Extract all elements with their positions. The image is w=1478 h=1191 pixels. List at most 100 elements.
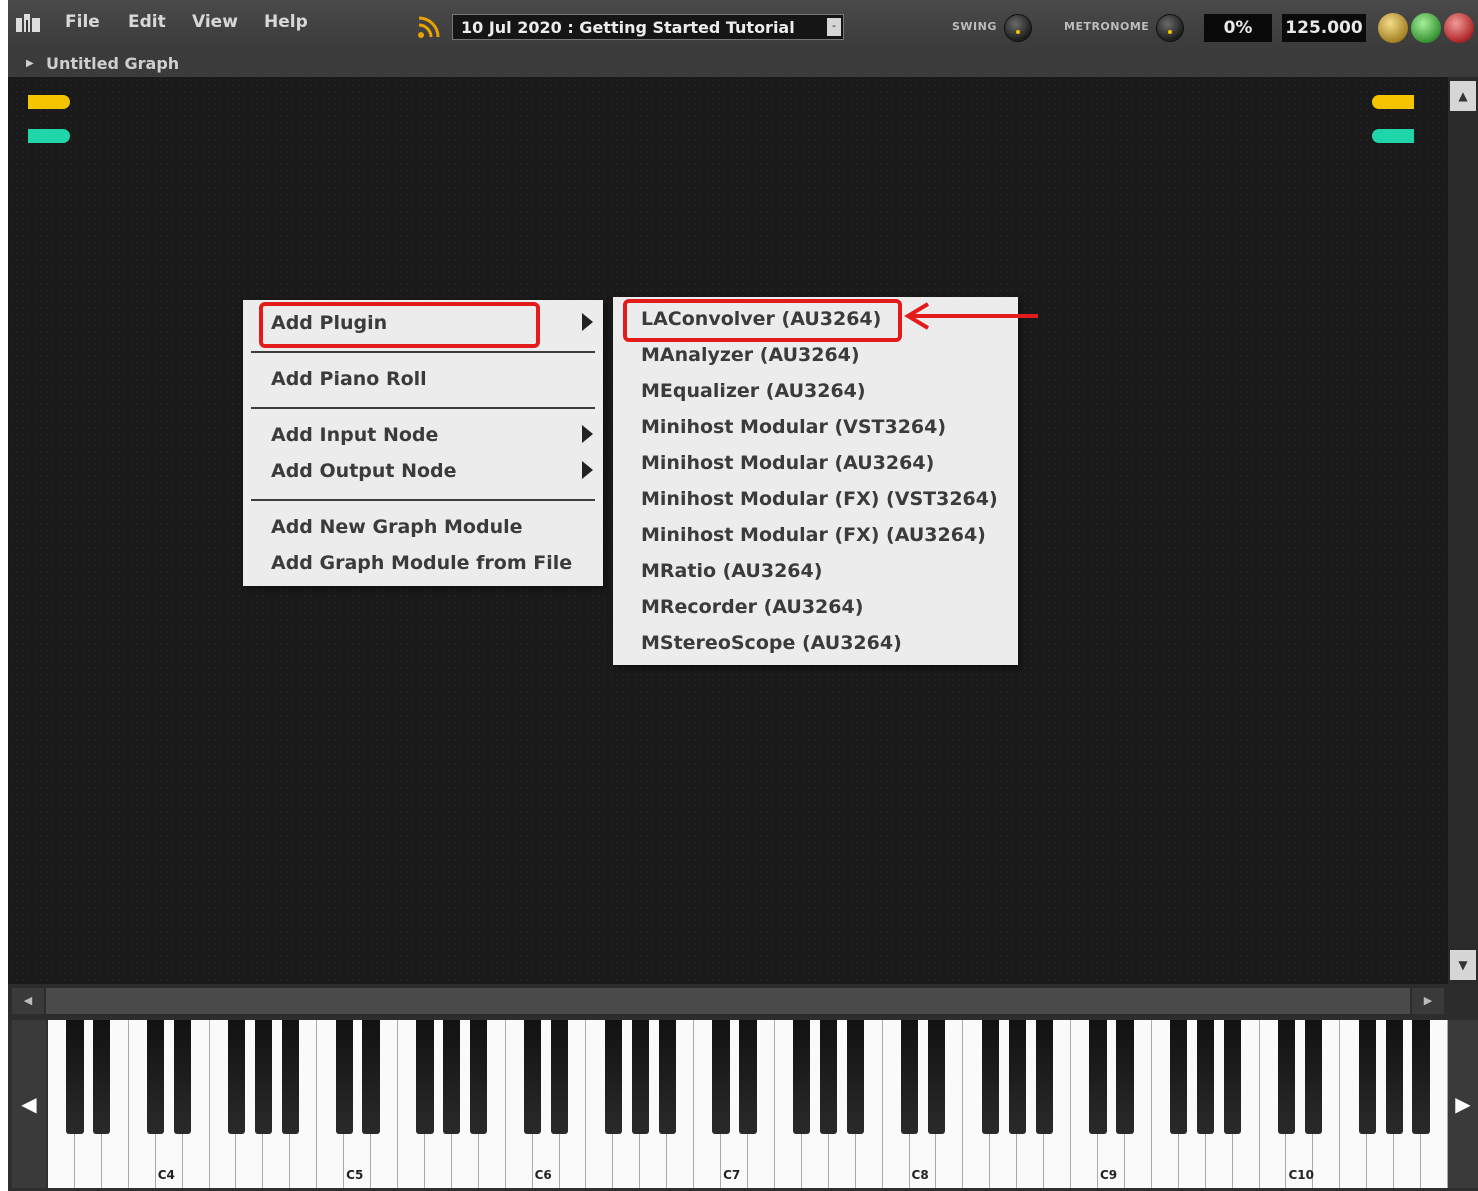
octave-label: C9	[1100, 1168, 1118, 1182]
menu-item-add-output-node[interactable]: Add Output Node	[271, 460, 457, 482]
scroll-down-icon[interactable]: ▼	[1450, 950, 1476, 980]
black-key[interactable]	[1197, 1020, 1215, 1134]
scroll-track[interactable]	[46, 988, 1410, 1014]
menu-help[interactable]: Help	[264, 12, 308, 32]
black-key[interactable]	[66, 1020, 84, 1134]
record-gold-button[interactable]	[1378, 13, 1408, 43]
app-window: File Edit View Help 10 Jul 2020 : Gettin…	[8, 0, 1478, 1191]
menu-divider	[251, 499, 595, 501]
black-key[interactable]	[739, 1020, 757, 1134]
black-key[interactable]	[1089, 1020, 1107, 1134]
highlight-box-add-plugin	[259, 302, 540, 348]
dropdown-arrow-icon[interactable]: -	[827, 18, 841, 36]
plugin-item[interactable]: Minihost Modular (FX) (AU3264)	[641, 524, 986, 546]
black-key[interactable]	[254, 1020, 272, 1134]
knob-indicator	[1168, 30, 1172, 34]
piano-keyboard[interactable]: C4 C5 C6 C7 C8 C9 C10	[48, 1020, 1448, 1188]
metronome-label: METRONOME	[1064, 20, 1150, 33]
black-key[interactable]	[981, 1020, 999, 1134]
black-key[interactable]	[362, 1020, 380, 1134]
black-key[interactable]	[820, 1020, 838, 1134]
black-key[interactable]	[1008, 1020, 1026, 1134]
output-node-pill-teal[interactable]	[1372, 129, 1414, 143]
black-key[interactable]	[147, 1020, 165, 1134]
input-node-pill-yellow[interactable]	[28, 95, 70, 109]
black-key[interactable]	[227, 1020, 246, 1134]
plugin-item[interactable]: MRatio (AU3264)	[641, 560, 822, 582]
keyboard-scroll-right-icon[interactable]: ▶	[1448, 1020, 1478, 1188]
keyboard-scroll-left-icon[interactable]: ◀	[12, 1020, 46, 1188]
rss-icon[interactable]	[416, 14, 442, 40]
horizontal-scrollbar[interactable]: ◀ ▶	[8, 984, 1478, 1018]
black-key[interactable]	[93, 1020, 111, 1134]
menu-edit[interactable]: Edit	[128, 12, 166, 32]
black-key[interactable]	[335, 1020, 353, 1134]
black-key[interactable]	[604, 1020, 622, 1134]
session-select-value: 10 Jul 2020 : Getting Started Tutorial	[461, 18, 795, 37]
plugin-item[interactable]: Minihost Modular (FX) (VST3264)	[641, 488, 998, 510]
expand-triangle-icon[interactable]: ▶	[26, 58, 34, 69]
black-key[interactable]	[900, 1020, 919, 1134]
black-key[interactable]	[658, 1020, 676, 1134]
black-key[interactable]	[524, 1020, 542, 1134]
black-key[interactable]	[1304, 1020, 1322, 1134]
black-key[interactable]	[1412, 1020, 1430, 1134]
octave-label: C6	[534, 1168, 552, 1182]
metronome-knob[interactable]	[1156, 14, 1184, 42]
octave-label: C4	[157, 1168, 175, 1182]
input-node-pill-teal[interactable]	[28, 129, 70, 143]
black-key[interactable]	[550, 1020, 569, 1134]
black-key[interactable]	[1035, 1020, 1053, 1134]
black-key[interactable]	[470, 1020, 488, 1134]
graph-title[interactable]: Untitled Graph	[46, 54, 179, 73]
plugin-item[interactable]: Minihost Modular (VST3264)	[641, 416, 946, 438]
scroll-right-icon[interactable]: ▶	[1412, 988, 1444, 1014]
menu-view[interactable]: View	[192, 12, 238, 32]
black-key[interactable]	[1116, 1020, 1134, 1134]
menu-divider	[251, 351, 595, 353]
play-green-button[interactable]	[1411, 13, 1441, 43]
knob-indicator	[1016, 30, 1020, 34]
black-key[interactable]	[174, 1020, 192, 1134]
black-key[interactable]	[416, 1020, 434, 1134]
plugin-item[interactable]: Minihost Modular (AU3264)	[641, 452, 934, 474]
breadcrumb: ▶ Untitled Graph	[8, 52, 1478, 77]
plugin-item[interactable]: MEqualizer (AU3264)	[641, 380, 866, 402]
scroll-up-icon[interactable]: ▲	[1450, 81, 1476, 111]
black-key[interactable]	[281, 1020, 299, 1134]
swing-label: SWING	[952, 20, 997, 33]
percent-readout[interactable]: 0%	[1204, 14, 1272, 42]
black-key[interactable]	[712, 1020, 730, 1134]
black-key[interactable]	[927, 1020, 946, 1134]
black-key[interactable]	[443, 1020, 461, 1134]
menu-item-add-new-graph-module[interactable]: Add New Graph Module	[271, 516, 523, 538]
tempo-readout[interactable]: 125.000	[1282, 14, 1366, 42]
plugin-item[interactable]: MRecorder (AU3264)	[641, 596, 863, 618]
black-key[interactable]	[631, 1020, 649, 1134]
plugin-item[interactable]: MStereoScope (AU3264)	[641, 632, 902, 654]
piano-keyboard-area: ◀ C4 C5 C6 C7 C8 C9 C10 ▶	[8, 1018, 1478, 1191]
octave-label: C8	[911, 1168, 929, 1182]
octave-label: C10	[1288, 1168, 1314, 1182]
black-key[interactable]	[1170, 1020, 1188, 1134]
app-logo-icon[interactable]	[16, 12, 42, 34]
black-key[interactable]	[793, 1020, 811, 1134]
menu-file[interactable]: File	[65, 12, 100, 32]
black-key[interactable]	[1277, 1020, 1296, 1134]
vertical-scrollbar[interactable]: ▲ ▼	[1448, 77, 1478, 984]
menu-item-add-piano-roll[interactable]: Add Piano Roll	[271, 368, 427, 390]
menu-item-add-input-node[interactable]: Add Input Node	[271, 424, 438, 446]
output-node-pill-yellow[interactable]	[1372, 95, 1414, 109]
black-key[interactable]	[1358, 1020, 1376, 1134]
plugin-submenu: LAConvolver (AU3264) MAnalyzer (AU3264) …	[613, 297, 1018, 665]
plugin-item[interactable]: MAnalyzer (AU3264)	[641, 344, 860, 366]
session-select[interactable]: 10 Jul 2020 : Getting Started Tutorial -	[452, 14, 844, 40]
black-key[interactable]	[847, 1020, 865, 1134]
black-key[interactable]	[1385, 1020, 1403, 1134]
black-key[interactable]	[1224, 1020, 1242, 1134]
scroll-left-icon[interactable]: ◀	[12, 988, 44, 1014]
submenu-arrow-icon	[582, 313, 593, 331]
stop-red-button[interactable]	[1444, 13, 1474, 43]
menu-item-add-graph-module-from-file[interactable]: Add Graph Module from File	[271, 552, 572, 574]
swing-knob[interactable]	[1004, 14, 1032, 42]
